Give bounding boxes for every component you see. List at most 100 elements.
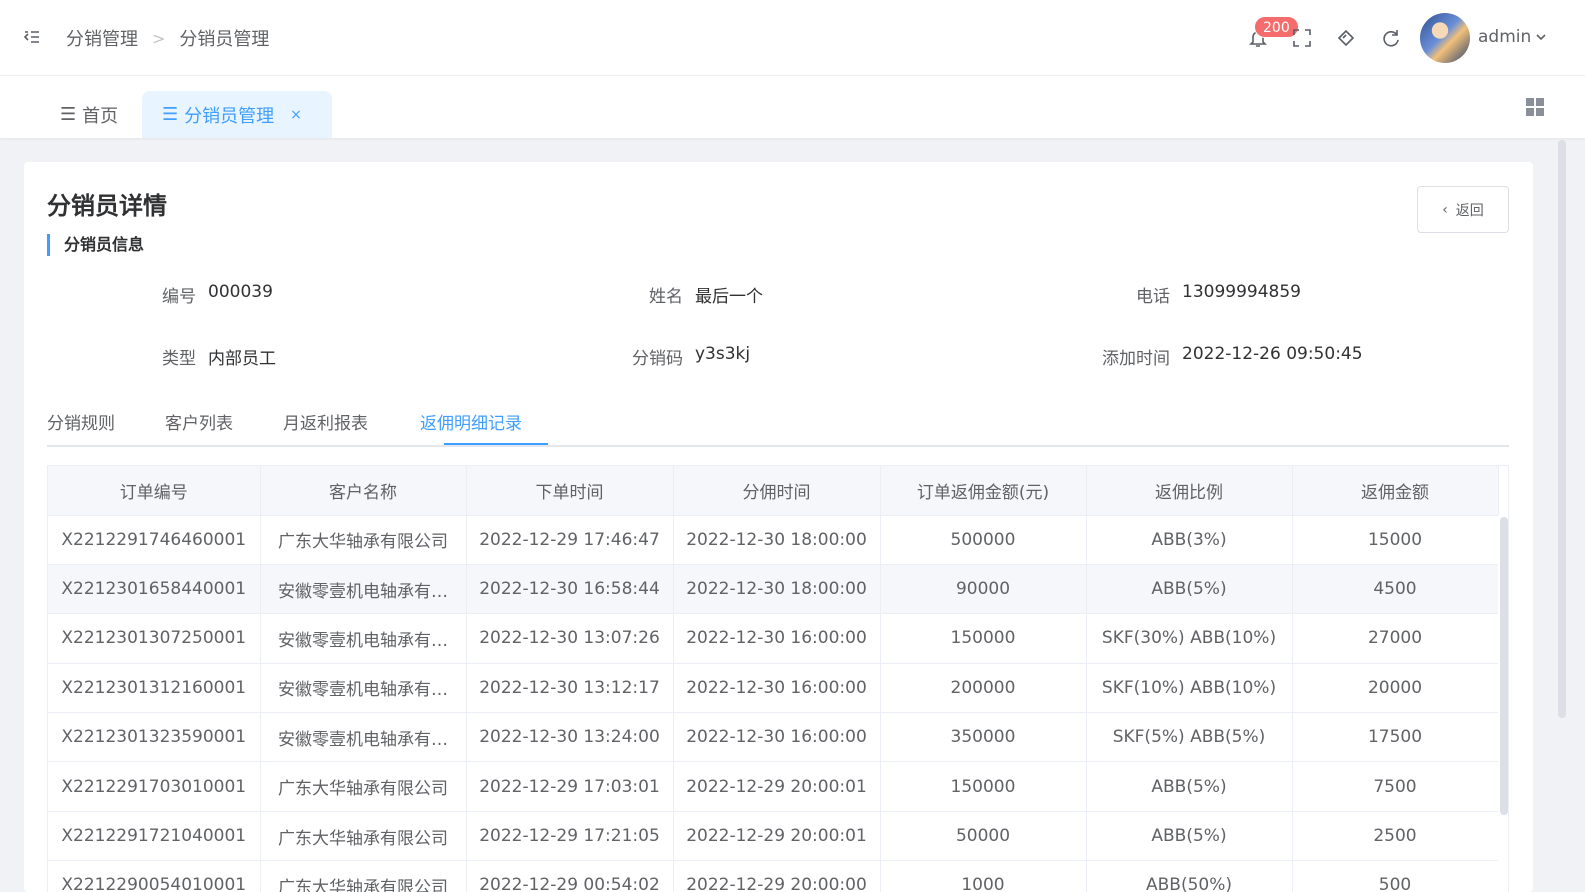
- table-cell: 1000: [880, 860, 1087, 892]
- info-type-label: 类型: [162, 349, 196, 369]
- info-code: 分销码 y3s3kj: [565, 344, 750, 369]
- commission-table: 订单编号 客户名称 下单时间 分佣时间 订单返佣金额(元) 返佣比例 返佣金额 …: [47, 465, 1509, 892]
- table-cell: 广东大华轴承有限公司: [260, 811, 467, 862]
- menu-fold-icon[interactable]: [22, 27, 42, 47]
- chevron-left-icon: ‹: [1442, 201, 1448, 218]
- table-cell: 2022-12-29 17:46:47: [466, 515, 674, 565]
- info-phone: 电话 13099994859: [1052, 282, 1301, 307]
- table-cell: 2022-12-29 17:03:01: [466, 761, 674, 812]
- table-cell: ABB(5%): [1086, 761, 1293, 812]
- table-cell: 20000: [1292, 663, 1499, 714]
- info-type-value: 内部员工: [208, 349, 276, 369]
- info-type: 类型 内部员工: [78, 344, 276, 369]
- table-cell: 7500: [1292, 761, 1499, 812]
- tab-customers[interactable]: 客户列表: [165, 409, 233, 434]
- table-cell: ABB(50%): [1086, 860, 1293, 892]
- table-cell: 2022-12-30 16:00:00: [673, 613, 881, 664]
- tab-active-indicator: [444, 443, 548, 445]
- info-name: 姓名 最后一个: [565, 282, 763, 307]
- detail-card: 分销员详情 ‹ 返回 分销员信息 编号 000039 姓名 最后一个 电话 13…: [24, 162, 1533, 892]
- table-cell: 90000: [880, 564, 1087, 615]
- user-name: admin: [1478, 27, 1532, 47]
- table-cell: 2022-12-29 20:00:01: [673, 811, 881, 862]
- tag-home[interactable]: ☰ 首页: [40, 91, 138, 138]
- info-code-value: y3s3kj: [695, 344, 751, 364]
- info-name-label: 姓名: [649, 287, 683, 307]
- table-row[interactable]: X2212301323590001 安徽零壹机电轴承有… 2022-12-30 …: [48, 712, 1499, 763]
- table-cell: X2212301658440001: [48, 564, 261, 615]
- tag-active-label: 分销员管理: [184, 105, 275, 127]
- column-header: 客户名称: [260, 466, 467, 516]
- table-row[interactable]: X2212291703010001 广东大华轴承有限公司 2022-12-29 …: [48, 761, 1499, 812]
- table-header-row: 订单编号 客户名称 下单时间 分佣时间 订单返佣金额(元) 返佣比例 返佣金额: [48, 466, 1499, 516]
- tags-view: ☰ 首页 ☰ 分销员管理 ×: [0, 76, 1585, 138]
- table-cell: ABB(5%): [1086, 564, 1293, 615]
- grid-icon[interactable]: [1526, 98, 1544, 116]
- tab-commission-records[interactable]: 返佣明细记录: [420, 409, 522, 434]
- tag-distributor-management[interactable]: ☰ 分销员管理 ×: [142, 91, 332, 138]
- back-button[interactable]: ‹ 返回: [1417, 186, 1509, 233]
- table-cell: 广东大华轴承有限公司: [260, 515, 467, 565]
- table-cell: 2500: [1292, 811, 1499, 862]
- refresh-icon[interactable]: [1380, 27, 1402, 49]
- table-cell: 2022-12-30 16:58:44: [466, 564, 674, 615]
- table-cell: ABB(3%): [1086, 515, 1293, 565]
- fullscreen-icon[interactable]: [1291, 27, 1313, 49]
- table-row[interactable]: X2212291746460001 广东大华轴承有限公司 2022-12-29 …: [48, 515, 1499, 565]
- table-cell: 500000: [880, 515, 1087, 565]
- table-cell: 广东大华轴承有限公司: [260, 761, 467, 812]
- chevron-down-icon: [1536, 34, 1546, 41]
- table-cell: X2212301323590001: [48, 712, 261, 763]
- table-cell: 15000: [1292, 515, 1499, 565]
- table-cell: 4500: [1292, 564, 1499, 615]
- table-cell: 2022-12-30 18:00:00: [673, 564, 881, 615]
- table-cell: 安徽零壹机电轴承有…: [260, 663, 467, 714]
- table-row[interactable]: X2212301307250001 安徽零壹机电轴承有… 2022-12-30 …: [48, 613, 1499, 664]
- table-cell: 350000: [880, 712, 1087, 763]
- table-cell: 2022-12-29 20:00:00: [673, 860, 881, 892]
- table-cell: X2212290054010001: [48, 860, 261, 892]
- table-cell: 2022-12-30 13:12:17: [466, 663, 674, 714]
- breadcrumb: 分销管理 > 分销员管理: [66, 25, 269, 51]
- table-cell: 200000: [880, 663, 1087, 714]
- table-cell: 27000: [1292, 613, 1499, 664]
- page-title: 分销员详情: [47, 192, 167, 220]
- table-row[interactable]: X2212301312160001 安徽零壹机电轴承有… 2022-12-30 …: [48, 663, 1499, 714]
- table-cell: 500: [1292, 860, 1499, 892]
- clear-cache-icon[interactable]: [1335, 27, 1357, 49]
- column-header: 返佣比例: [1086, 466, 1293, 516]
- breadcrumb-root[interactable]: 分销管理: [66, 25, 138, 51]
- table-row[interactable]: X2212290054010001 广东大华轴承有限公司 2022-12-29 …: [48, 860, 1499, 892]
- table-cell: X2212291746460001: [48, 515, 261, 565]
- info-id: 编号 000039: [78, 282, 273, 307]
- table-cell: ABB(5%): [1086, 811, 1293, 862]
- section-title: 分销员信息: [47, 234, 144, 256]
- info-phone-value: 13099994859: [1182, 282, 1301, 302]
- table-scrollbar[interactable]: [1498, 515, 1508, 892]
- table-row[interactable]: X2212301658440001 安徽零壹机电轴承有… 2022-12-30 …: [48, 564, 1499, 615]
- info-phone-label: 电话: [1136, 287, 1170, 307]
- breadcrumb-separator: >: [152, 28, 166, 48]
- table-cell: 2022-12-29 20:00:01: [673, 761, 881, 812]
- close-icon[interactable]: ×: [290, 107, 302, 123]
- table-cell: X2212291721040001: [48, 811, 261, 862]
- tab-rules[interactable]: 分销规则: [47, 409, 115, 434]
- menu-lines-icon: ☰: [162, 104, 179, 125]
- table-cell: SKF(30%) ABB(10%): [1086, 613, 1293, 664]
- table-row[interactable]: X2212291721040001 广东大华轴承有限公司 2022-12-29 …: [48, 811, 1499, 862]
- info-id-label: 编号: [162, 287, 196, 307]
- tab-monthly-report[interactable]: 月返利报表: [283, 409, 368, 434]
- top-navbar: 分销管理 > 分销员管理 200 admin: [0, 0, 1585, 76]
- page-scroll-thumb[interactable]: [1558, 140, 1566, 718]
- info-added-value: 2022-12-26 09:50:45: [1182, 344, 1363, 364]
- table-cell: 2022-12-29 17:21:05: [466, 811, 674, 862]
- table-scroll-thumb[interactable]: [1500, 517, 1508, 815]
- user-dropdown[interactable]: admin: [1478, 27, 1547, 47]
- info-added-label: 添加时间: [1102, 349, 1170, 369]
- avatar[interactable]: [1420, 13, 1470, 63]
- table-cell: 17500: [1292, 712, 1499, 763]
- table-cell: 50000: [880, 811, 1087, 862]
- table-cell: 2022-12-30 13:24:00: [466, 712, 674, 763]
- menu-lines-icon: ☰: [60, 104, 77, 125]
- back-button-label: 返回: [1455, 202, 1484, 219]
